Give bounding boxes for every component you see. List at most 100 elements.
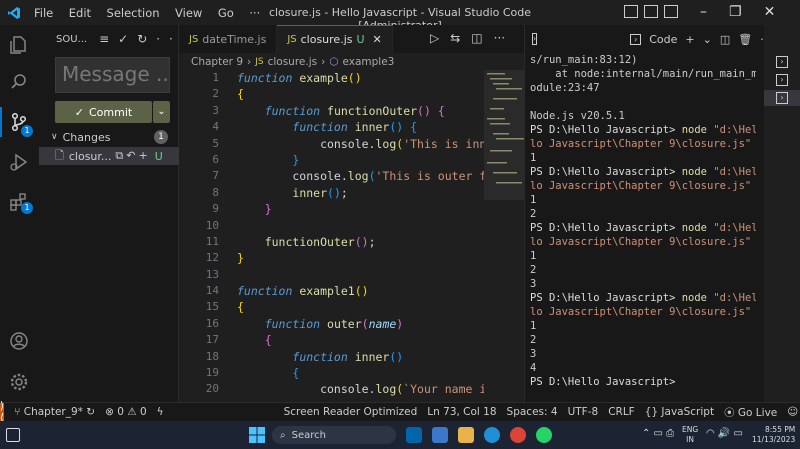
terminal-instance-icon[interactable]: › — [776, 74, 788, 86]
split-terminal-icon[interactable]: ◫ — [720, 33, 730, 46]
minimap[interactable] — [484, 70, 526, 402]
menu-edit[interactable]: Edit — [69, 6, 91, 20]
close-tab-icon[interactable]: ✕ — [373, 33, 382, 46]
run-icon[interactable]: ▷ — [430, 31, 439, 45]
changed-file-item[interactable]: 🗋 closur... ⧉↶+ U — [39, 147, 179, 165]
terminal-line: 2 — [530, 264, 537, 276]
code-line: function inner() — [292, 349, 404, 364]
account-icon[interactable] — [9, 331, 29, 351]
indentation[interactable]: Spaces: 4 — [507, 406, 558, 418]
layout-controls — [624, 5, 678, 18]
terminal-line: PS D:\Hello Javascript> — [530, 376, 682, 388]
code-line: function outer(name) — [264, 316, 404, 331]
chevron-down-icon[interactable]: ⌄ — [703, 33, 712, 46]
go-live-button[interactable]: ⦿ Go Live — [724, 405, 777, 420]
git-branch[interactable]: ⑂ Chapter_9* ↻ — [14, 406, 95, 418]
minimize-icon[interactable]: – — [700, 4, 707, 20]
compare-changes-icon[interactable]: ⇆ — [450, 31, 460, 45]
breadcrumb-folder[interactable]: Chapter 9 — [191, 56, 243, 68]
line-number: 17 — [205, 333, 219, 347]
file-explorer-icon[interactable] — [458, 427, 474, 443]
explorer-icon[interactable] — [9, 35, 29, 55]
new-terminal-icon[interactable]: + — [685, 33, 694, 46]
settings-gear-icon[interactable] — [9, 372, 29, 392]
language-label: JavaScript — [661, 406, 715, 418]
line-number: 15 — [205, 300, 219, 314]
commit-label: Commit — [89, 105, 133, 119]
line-number: 5 — [212, 136, 219, 150]
extensions-badge: 1 — [21, 202, 33, 214]
language-mode[interactable]: {} JavaScript — [645, 406, 714, 418]
cursor-position[interactable]: Ln 73, Col 18 — [427, 406, 496, 418]
more-actions-icon[interactable]: ··· — [494, 31, 505, 45]
terminal-name[interactable]: Code — [649, 33, 677, 46]
code-line: { — [237, 300, 244, 315]
terminal-line: PS D:\Hello Javascript> node "d:\Hel — [530, 222, 756, 234]
close-window-icon[interactable]: ✕ — [764, 4, 776, 20]
trash-icon[interactable]: 🗑 — [738, 33, 752, 46]
vscode-taskbar-icon[interactable] — [406, 427, 422, 443]
menu-view[interactable]: View — [175, 6, 202, 20]
tab-closure[interactable]: JS closure.js U ✕ — [277, 25, 393, 53]
breadcrumb-file[interactable]: closure.js — [268, 56, 318, 68]
menu-go[interactable]: Go — [218, 6, 234, 20]
branch-name: Chapter_9* — [23, 406, 83, 418]
windows-start-icon[interactable] — [249, 427, 265, 446]
network-volume-battery-icons[interactable]: ◠ 🔊 ▭ — [706, 428, 743, 439]
toggle-panel-icon[interactable] — [644, 5, 658, 18]
split-editor-icon[interactable]: ◫ — [471, 31, 482, 45]
terminal-line: 2 — [530, 334, 537, 346]
lightning-icon[interactable]: ϟ — [157, 406, 164, 418]
taskbar-search-label: Search — [291, 429, 326, 441]
menu-file[interactable]: File — [34, 6, 53, 20]
commit-button[interactable]: ✓ Commit — [55, 101, 152, 123]
problems-indicator[interactable]: ⊗ 0 ⚠ 0 — [105, 406, 147, 418]
terminal-line: lo Javascript\Chapter 9\closure.js" — [530, 306, 752, 318]
checkmark-icon: ✓ — [74, 105, 84, 119]
active-indicator — [0, 107, 2, 137]
source-control-sidebar: SOU... ≡✓↻··· Message ... ✓ Commit ⌄ ∨ C… — [39, 25, 186, 402]
toggle-sidebar-icon[interactable] — [624, 5, 638, 18]
terminal-line: 1 — [530, 152, 537, 164]
encoding[interactable]: UTF-8 — [568, 406, 599, 418]
commit-dropdown-button[interactable]: ⌄ — [153, 101, 170, 123]
terminal-icon[interactable]: › — [532, 33, 538, 45]
screen-reader-status[interactable]: Screen Reader Optimized — [284, 406, 418, 418]
chrome-icon[interactable] — [510, 427, 526, 443]
file-icon: 🗋 — [55, 148, 64, 162]
terminal-line: lo Javascript\Chapter 9\closure.js" — [530, 236, 752, 248]
code-content[interactable]: function example() { function functionOu… — [237, 70, 524, 398]
line-number: 3 — [212, 103, 219, 117]
menu-selection[interactable]: Selection — [107, 6, 160, 20]
taskbar-search[interactable]: ⌕ Search — [272, 426, 396, 444]
whatsapp-icon[interactable] — [536, 427, 552, 443]
file-status: U — [154, 149, 163, 163]
terminal-line: 4 — [530, 362, 537, 374]
eol[interactable]: CRLF — [608, 406, 635, 418]
clock[interactable]: 8:55 PM 11/13/2023 — [752, 425, 795, 445]
search-icon[interactable] — [9, 72, 29, 92]
maximize-icon[interactable]: ❐ — [729, 4, 742, 20]
tab-datetime[interactable]: JS dateTime.js — [179, 25, 278, 53]
run-debug-icon[interactable] — [9, 152, 29, 172]
edge-icon[interactable] — [484, 427, 500, 443]
terminal-select-icon[interactable]: › — [630, 33, 642, 45]
terminal-line: 2 — [530, 208, 537, 220]
remote-icon[interactable]: ⟩⟨ — [0, 400, 5, 424]
file-actions[interactable]: ⧉↶+ — [115, 149, 150, 163]
region-code: IN — [686, 435, 694, 444]
widgets-icon[interactable] — [6, 428, 20, 442]
system-tray-icons[interactable]: ⌃ ▭ ⎙ — [642, 428, 674, 439]
terminal-output[interactable]: s/run_main:83:12) at node:internal/main/… — [530, 53, 756, 402]
terminal-instance-icon[interactable]: › — [776, 56, 788, 68]
code-editor[interactable]: 1 2 3 4 5 6 7 8 9 10 11 12 13 14 15 16 17 18 19 20 function… — [179, 70, 524, 402]
toggle-secondary-sidebar-icon[interactable] — [664, 5, 678, 18]
store-icon[interactable] — [432, 427, 448, 443]
status-bar: ⟩⟨ ⑂ Chapter_9* ↻ ⊗ 0 ⚠ 0 ϟ Screen Reade… — [0, 400, 800, 424]
input-language[interactable]: ENG IN — [682, 425, 698, 445]
terminal-instance-active[interactable]: › — [764, 90, 800, 106]
feedback-icon[interactable]: ☺ — [787, 406, 798, 418]
breadcrumb-symbol[interactable]: example3 — [342, 56, 394, 68]
commit-message-input[interactable]: Message ... — [55, 57, 170, 93]
changed-file-name: closur... — [68, 149, 112, 163]
